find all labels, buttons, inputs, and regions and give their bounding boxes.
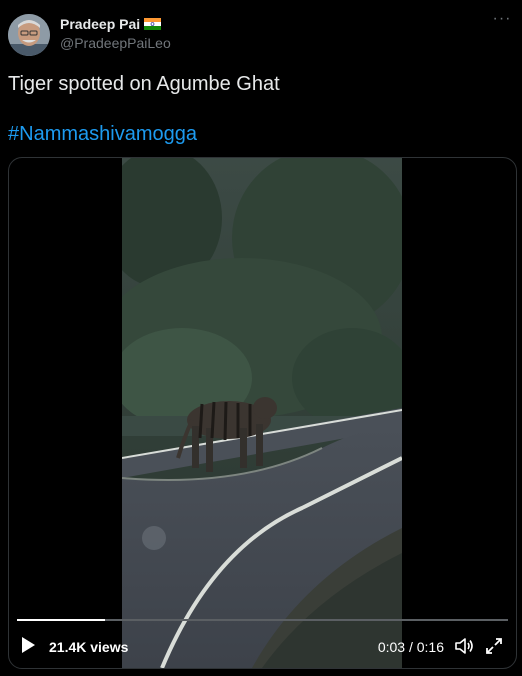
hashtag-link[interactable]: #Nammashivamogga — [8, 121, 197, 147]
author-handle[interactable]: @PradeepPaiLeo — [60, 35, 171, 51]
video-player[interactable]: 21.4K views 0:03 / 0:16 — [8, 157, 517, 669]
video-time: 0:03 / 0:16 — [377, 639, 444, 655]
tweet-text: Tiger spotted on Agumbe Ghat — [8, 73, 280, 95]
more-options-icon[interactable]: ··· — [492, 11, 512, 32]
view-count: 21.4K views — [49, 639, 129, 655]
author-avatar[interactable] — [8, 14, 50, 56]
progress-bar[interactable] — [17, 619, 508, 621]
fullscreen-icon[interactable] — [484, 636, 504, 656]
user-avatar-icon — [8, 14, 50, 56]
video-controls: 21.4K views 0:03 / 0:16 — [9, 628, 516, 664]
volume-icon[interactable] — [454, 636, 474, 656]
author-name[interactable]: Pradeep Pai — [60, 16, 140, 32]
progress-fill — [17, 619, 106, 621]
video-frame — [122, 158, 402, 668]
author-name-row: Pradeep Pai — [60, 16, 162, 32]
india-flag-icon — [144, 18, 162, 30]
play-icon[interactable] — [19, 635, 37, 655]
